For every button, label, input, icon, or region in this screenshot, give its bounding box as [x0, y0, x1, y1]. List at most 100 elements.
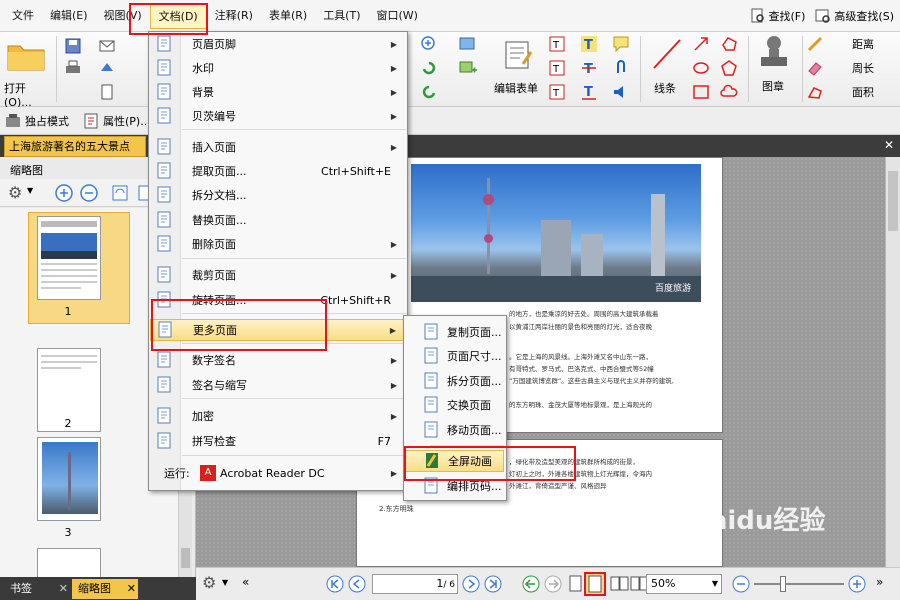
zoom-slider-thumb[interactable] — [780, 576, 786, 592]
printer-icon — [66, 60, 80, 73]
zoom-in-thumb-icon[interactable] — [54, 183, 74, 203]
collapse-icon[interactable]: « — [242, 575, 249, 589]
more-pages-item[interactable]: 页面尺寸... — [405, 345, 504, 367]
single-page-icon[interactable] — [568, 575, 584, 593]
thumbnail-page-4[interactable] — [37, 548, 101, 577]
document-menu-item[interactable]: 贝茨编号 ▶ — [150, 105, 405, 127]
text-box-button[interactable]: T — [546, 58, 568, 78]
first-page-icon[interactable] — [326, 575, 344, 593]
stamp-button[interactable]: 图章 — [752, 34, 796, 102]
save-button[interactable] — [62, 36, 84, 56]
zoom-dropdown-icon[interactable]: ▼ — [712, 575, 718, 593]
back-view-icon[interactable] — [522, 575, 540, 593]
document-menu-item-label: 数字签名 — [192, 354, 236, 367]
more-pages-item[interactable]: 拆分页面... — [405, 370, 504, 392]
exclusive-mode-button[interactable]: 独占模式 — [4, 110, 78, 132]
image-add-button[interactable] — [456, 58, 480, 78]
zoom-in-button[interactable] — [418, 34, 440, 54]
document-menu-item[interactable]: 提取页面... Ctrl+Shift+E — [150, 160, 405, 182]
close-document-icon[interactable]: ✕ — [882, 138, 896, 152]
document-menu-item[interactable]: 插入页面 ▶ — [150, 136, 405, 158]
rotate-cw-button[interactable] — [418, 58, 440, 78]
next-page-icon[interactable] — [462, 575, 480, 593]
more-pages-item[interactable]: 交换页面 — [405, 394, 504, 416]
ellipse-tool-button[interactable] — [690, 58, 712, 78]
menu-tools[interactable]: 工具(T) — [315, 3, 368, 29]
document-menu-item[interactable]: 裁剪页面 ▶ — [150, 264, 405, 286]
attach-button[interactable] — [610, 58, 632, 78]
status-gear-arrow-icon[interactable]: ▼ — [222, 578, 228, 587]
note-button[interactable] — [610, 34, 632, 54]
email-button[interactable] — [96, 36, 118, 56]
open-button[interactable]: 打开(O)... — [4, 36, 48, 109]
document-menu-item[interactable]: 拼写检查 F7 — [150, 430, 405, 452]
perimeter-button[interactable]: 周长 — [806, 58, 896, 78]
document-menu-item[interactable]: 加密 ▶ — [150, 405, 405, 427]
properties-button[interactable]: 属性(P)... — [82, 110, 158, 132]
search-button[interactable]: 查找(F) — [750, 4, 805, 28]
document-tab[interactable]: 上海旅游著名的五大景点 — [4, 136, 146, 157]
pentagon-tool-button[interactable] — [718, 58, 740, 78]
cloud-tool-button[interactable] — [718, 82, 740, 102]
cloud-icon — [720, 84, 738, 97]
document-menu-item[interactable]: 替换页面... — [150, 209, 405, 231]
typewriter-button[interactable]: T — [578, 34, 600, 54]
more-pages-item[interactable]: 复制页面... — [405, 321, 504, 343]
zoom-select[interactable]: 50% ▼ — [646, 574, 722, 594]
gear-icon[interactable]: ⚙ — [8, 183, 22, 202]
menu-edit[interactable]: 编辑(E) — [42, 3, 96, 29]
rotate-90-icon[interactable] — [110, 183, 130, 203]
prev-page-icon[interactable] — [348, 575, 366, 593]
arrow-tool-button[interactable] — [690, 34, 712, 54]
menu-window[interactable]: 窗口(W) — [369, 3, 426, 29]
upload-button[interactable] — [96, 58, 118, 78]
polygon-tool-button[interactable] — [718, 34, 740, 54]
menu-file[interactable]: 文件 — [4, 3, 42, 29]
close-bookmarks-icon[interactable]: ✕ — [59, 579, 68, 599]
area-button[interactable]: 面积 — [806, 82, 896, 102]
lines-button[interactable]: 线条 — [646, 36, 688, 102]
dropdown-arrow-icon[interactable]: ▼ — [27, 186, 33, 195]
print-button[interactable] — [62, 58, 84, 78]
image-tool-button[interactable] — [456, 34, 480, 54]
thumbnail-page-3[interactable] — [37, 437, 101, 521]
document-menu-item[interactable]: 数字签名 ▶ — [150, 349, 405, 371]
page-text-line: 有哥特式、罗马式、巴洛克式、中西合璧式等52幢 — [509, 365, 654, 373]
more-pages-item[interactable]: 移动页面... — [405, 419, 504, 441]
bookmarks-tab[interactable]: 书签 ✕ — [4, 579, 70, 599]
zoom-out-icon[interactable] — [732, 575, 750, 593]
document-menu-item[interactable]: 删除页面 ▶ — [150, 233, 405, 255]
distance-button[interactable]: 距离 — [806, 34, 896, 54]
zoom-slider[interactable] — [754, 576, 844, 592]
rotate-ccw-button[interactable] — [418, 82, 440, 102]
thumbnails-tab[interactable]: 缩略图 ✕ — [72, 579, 138, 599]
close-thumbnails-icon[interactable]: ✕ — [127, 579, 136, 599]
text-field-button[interactable]: T — [546, 34, 568, 54]
thumbnail-page-1[interactable] — [37, 216, 101, 300]
status-gear-icon[interactable]: ⚙ — [202, 573, 216, 592]
run-application-item[interactable]: 运行: A Acrobat Reader DC ▶ — [150, 462, 405, 484]
underline-button[interactable]: T — [578, 82, 600, 102]
forward-view-icon[interactable] — [544, 575, 562, 593]
continuous-page-button[interactable] — [584, 572, 606, 596]
document-menu-item[interactable]: 背景 ▶ — [150, 81, 405, 103]
text-area-button[interactable]: T — [546, 82, 568, 102]
last-page-icon[interactable] — [484, 575, 502, 593]
page-number-field[interactable]: 1/ 6 — [372, 574, 458, 594]
rectangle-tool-button[interactable] — [690, 82, 712, 102]
edit-form-button[interactable]: 编辑表单 — [494, 36, 542, 102]
audio-button[interactable] — [610, 82, 632, 102]
document-menu-item[interactable]: 签名与缩写 ▶ — [150, 374, 405, 396]
document-menu-item[interactable]: 水印 ▶ — [150, 57, 405, 79]
expand-icon[interactable]: » — [876, 575, 883, 589]
strikethrough-button[interactable]: T — [578, 58, 600, 78]
facing-pages-icon[interactable] — [610, 575, 630, 593]
new-page-button[interactable] — [96, 82, 118, 102]
menu-comment[interactable]: 注释(R) — [207, 3, 261, 29]
zoom-out-thumb-icon[interactable] — [79, 183, 99, 203]
document-menu-item[interactable]: 页眉页脚 ▶ — [150, 33, 405, 55]
advanced-search-button[interactable]: 高级查找(S) — [815, 4, 894, 28]
document-menu-item[interactable]: 拆分文档... — [150, 184, 405, 206]
menu-form[interactable]: 表单(R) — [261, 3, 315, 29]
zoom-in-status-icon[interactable] — [848, 575, 866, 593]
